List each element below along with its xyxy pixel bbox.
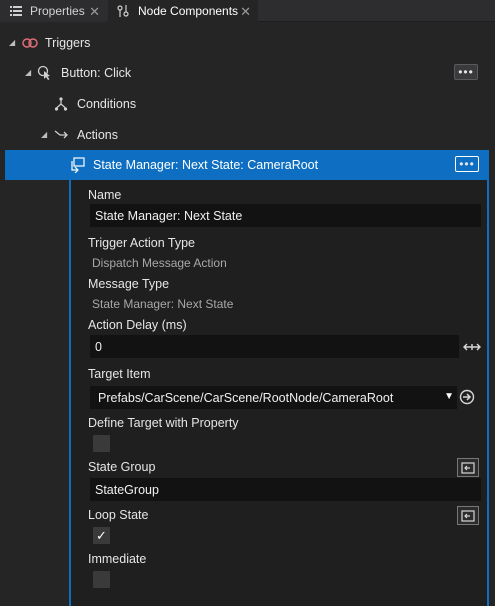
bind-property-icon[interactable] [457, 506, 479, 525]
immediate-label: Immediate [88, 552, 147, 566]
tree-label: Actions [77, 127, 118, 142]
target-item-label: Target Item [88, 367, 151, 381]
node-components-icon [117, 4, 131, 18]
list-icon [9, 4, 23, 18]
tab-node-components-label: Node Components [138, 4, 239, 18]
more-options-button[interactable]: ••• [454, 64, 478, 80]
trigger-icon [22, 35, 38, 51]
tab-properties-label: Properties [30, 4, 85, 18]
action-delay-label: Action Delay (ms) [88, 318, 187, 332]
trigger-action-type-value: Dispatch Message Action [92, 256, 227, 270]
dispatch-message-icon [69, 157, 85, 173]
immediate-checkbox[interactable] [93, 571, 110, 588]
trigger-action-type-label: Trigger Action Type [88, 236, 196, 250]
target-item-select[interactable]: Prefabs/CarScene/CarScene/RootNode/Camer… [90, 386, 457, 409]
chevron-down-icon[interactable]: ▼ [444, 391, 454, 402]
drag-resize-icon[interactable] [462, 337, 482, 357]
state-group-input[interactable]: StateGroup [90, 478, 481, 501]
tree-label: State Manager: Next State: CameraRoot [93, 158, 319, 172]
expand-arrow-icon[interactable]: ◢ [9, 38, 15, 47]
expand-arrow-icon[interactable]: ◢ [41, 130, 47, 139]
tree-row-triggers[interactable]: ◢ Triggers [0, 27, 495, 58]
tree-label: Conditions [77, 96, 137, 111]
close-icon[interactable]: ✕ [240, 4, 251, 20]
name-label: Name [88, 188, 122, 202]
expand-arrow-icon[interactable]: ◢ [25, 68, 31, 77]
loop-state-checkbox[interactable]: ✓ [93, 527, 110, 544]
tree-row-selected-action[interactable]: State Manager: Next State: CameraRoot ••… [5, 150, 489, 180]
actions-icon [53, 127, 69, 143]
tree-row-actions[interactable]: ◢ Actions [0, 119, 495, 150]
conditions-icon [53, 96, 69, 112]
action-delay-input[interactable]: 0 [90, 335, 459, 358]
message-type-label: Message Type [88, 277, 170, 291]
properties-panel: Name State Manager: Next State Trigger A… [69, 180, 489, 606]
tree-row-conditions[interactable]: Conditions [0, 88, 495, 119]
tab-node-components[interactable]: Node Components ✕ [108, 0, 258, 22]
target-item-value: Prefabs/CarScene/CarScene/RootNode/Camer… [98, 390, 394, 405]
state-group-label: State Group [88, 460, 156, 474]
tree-label: Button: Click [61, 65, 132, 80]
tab-properties[interactable]: Properties ✕ [0, 0, 107, 22]
tree-label: Triggers [45, 35, 91, 50]
more-options-button[interactable]: ••• [455, 156, 479, 172]
close-icon[interactable]: ✕ [89, 4, 100, 20]
message-type-value: State Manager: Next State [92, 297, 234, 311]
bind-property-icon[interactable] [457, 458, 479, 477]
navigate-to-target-icon[interactable] [457, 387, 477, 407]
name-input[interactable]: State Manager: Next State [90, 204, 481, 227]
tab-bar: Properties ✕ Node Components ✕ [0, 0, 495, 22]
tree-row-button-click[interactable]: ◢ Button: Click ••• [0, 57, 495, 88]
loop-state-label: Loop State [88, 508, 149, 522]
click-trigger-icon [37, 65, 53, 81]
define-target-checkbox[interactable] [93, 435, 110, 452]
define-target-label: Define Target with Property [88, 416, 239, 430]
